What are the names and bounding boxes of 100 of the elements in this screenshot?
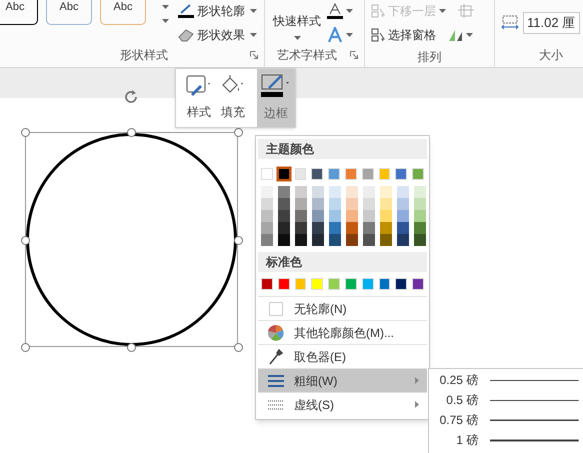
rotate-handle-icon[interactable] — [122, 88, 140, 106]
caret-icon — [439, 9, 446, 13]
shade-swatch[interactable] — [295, 186, 307, 198]
shade-swatch[interactable] — [380, 186, 392, 198]
shade-swatch[interactable] — [261, 186, 273, 198]
shade-swatch[interactable] — [346, 186, 358, 198]
shade-swatch[interactable] — [380, 198, 392, 210]
shade-swatch[interactable] — [278, 198, 290, 210]
text-fill-icon[interactable] — [327, 3, 343, 19]
dialog-launcher-icon[interactable] — [250, 51, 258, 59]
resize-handle[interactable] — [234, 343, 243, 352]
shade-swatch[interactable] — [261, 198, 273, 210]
color-wheel-icon — [268, 324, 284, 340]
shade-swatch[interactable] — [414, 186, 426, 198]
shade-swatch[interactable] — [329, 234, 341, 246]
shade-swatch[interactable] — [346, 198, 358, 210]
weight-option[interactable]: 0.25 磅 — [429, 370, 583, 390]
dialog-launcher-icon[interactable] — [350, 51, 358, 59]
dash-lines-icon — [268, 400, 284, 410]
shade-swatch[interactable] — [363, 210, 375, 222]
pen-border-icon — [261, 74, 291, 98]
pen-line-icon — [178, 4, 194, 18]
caret-icon — [250, 9, 257, 13]
mini-toolbar-button[interactable]: 填充 — [216, 69, 250, 127]
selection-pane-icon — [371, 28, 385, 42]
mini-toolbar-button[interactable]: 样式 — [182, 69, 216, 127]
shade-swatch[interactable] — [329, 210, 341, 222]
shade-swatch[interactable] — [295, 222, 307, 234]
shape-effects-button[interactable]: 形状效果 — [178, 26, 257, 44]
shade-swatch[interactable] — [346, 222, 358, 234]
caret-icon — [162, 19, 168, 23]
shape-style-thumbnail[interactable]: Abc — [46, 0, 92, 25]
shade-swatch[interactable] — [278, 234, 290, 246]
shade-swatch[interactable] — [261, 222, 273, 234]
shade-swatch[interactable] — [261, 210, 273, 222]
shade-swatch[interactable] — [278, 186, 290, 198]
shade-swatch[interactable] — [312, 222, 324, 234]
shade-swatch[interactable] — [261, 234, 273, 246]
shape-outline-button[interactable]: 形状轮廓 — [178, 2, 257, 20]
shade-swatch[interactable] — [295, 210, 307, 222]
line-sample-icon — [490, 398, 579, 402]
width-field[interactable]: 11.02 厘 — [523, 12, 580, 34]
shade-swatch[interactable] — [397, 198, 409, 210]
resize-handle[interactable] — [234, 236, 243, 245]
shade-swatch[interactable] — [363, 222, 375, 234]
shade-swatch[interactable] — [380, 222, 392, 234]
menu-item[interactable]: 粗细(W) — [258, 368, 427, 392]
shade-swatch[interactable] — [329, 222, 341, 234]
shade-swatch[interactable] — [295, 234, 307, 246]
rotate-icon[interactable] — [448, 28, 464, 42]
caret-icon — [346, 33, 353, 37]
menu-item[interactable]: 其他轮廓颜色(M)... — [258, 320, 427, 344]
weight-option[interactable]: 0.5 磅 — [429, 390, 583, 410]
quick-styles-button[interactable]: 快速样式 — [273, 12, 321, 46]
line-weight-icon — [268, 374, 284, 386]
shade-swatch[interactable] — [414, 234, 426, 246]
shade-swatch[interactable] — [397, 222, 409, 234]
shade-swatch[interactable] — [414, 210, 426, 222]
shade-swatch[interactable] — [278, 210, 290, 222]
shade-swatch[interactable] — [312, 210, 324, 222]
empty-swatch-icon — [269, 302, 283, 316]
shade-swatch[interactable] — [414, 198, 426, 210]
layers-icon — [371, 4, 385, 18]
shade-swatch[interactable] — [329, 186, 341, 198]
resize-handle[interactable] — [21, 128, 30, 137]
shade-swatch[interactable] — [380, 210, 392, 222]
shade-swatch[interactable] — [380, 234, 392, 246]
shade-swatch[interactable] — [312, 198, 324, 210]
weight-option[interactable]: 1 磅 — [429, 430, 583, 450]
shade-swatch[interactable] — [363, 198, 375, 210]
weight-option[interactable]: 0.75 磅 — [429, 410, 583, 430]
shade-swatch[interactable] — [397, 210, 409, 222]
resize-handle[interactable] — [234, 128, 243, 137]
shape-style-thumbnail[interactable]: Abc — [100, 0, 146, 25]
shade-swatch[interactable] — [346, 210, 358, 222]
resize-handle[interactable] — [21, 236, 30, 245]
resize-handle[interactable] — [127, 343, 136, 352]
menu-item[interactable]: 虚线(S) — [258, 392, 427, 416]
shape-style-thumbnail[interactable]: Abc — [0, 0, 38, 25]
shade-swatch[interactable] — [397, 186, 409, 198]
shade-swatch[interactable] — [278, 222, 290, 234]
shade-swatch[interactable] — [397, 234, 409, 246]
shade-swatch[interactable] — [329, 198, 341, 210]
shade-swatch[interactable] — [363, 186, 375, 198]
menu-item[interactable]: 无轮廓(N) — [258, 296, 427, 320]
color-swatch[interactable] — [276, 166, 292, 182]
shade-swatch[interactable] — [346, 234, 358, 246]
text-outline-icon[interactable] — [327, 27, 343, 43]
shade-swatch[interactable] — [312, 186, 324, 198]
shade-swatch[interactable] — [295, 198, 307, 210]
shade-swatch[interactable] — [312, 234, 324, 246]
shade-swatch[interactable] — [414, 222, 426, 234]
resize-handle[interactable] — [21, 343, 30, 352]
eraser-icon — [178, 28, 194, 42]
resize-handle[interactable] — [127, 128, 136, 137]
caret-icon — [294, 36, 300, 40]
selection-pane-button[interactable]: 选择窗格 — [371, 26, 436, 44]
caret-icon — [250, 33, 257, 37]
shade-swatch[interactable] — [363, 234, 375, 246]
caret-icon — [466, 33, 473, 37]
